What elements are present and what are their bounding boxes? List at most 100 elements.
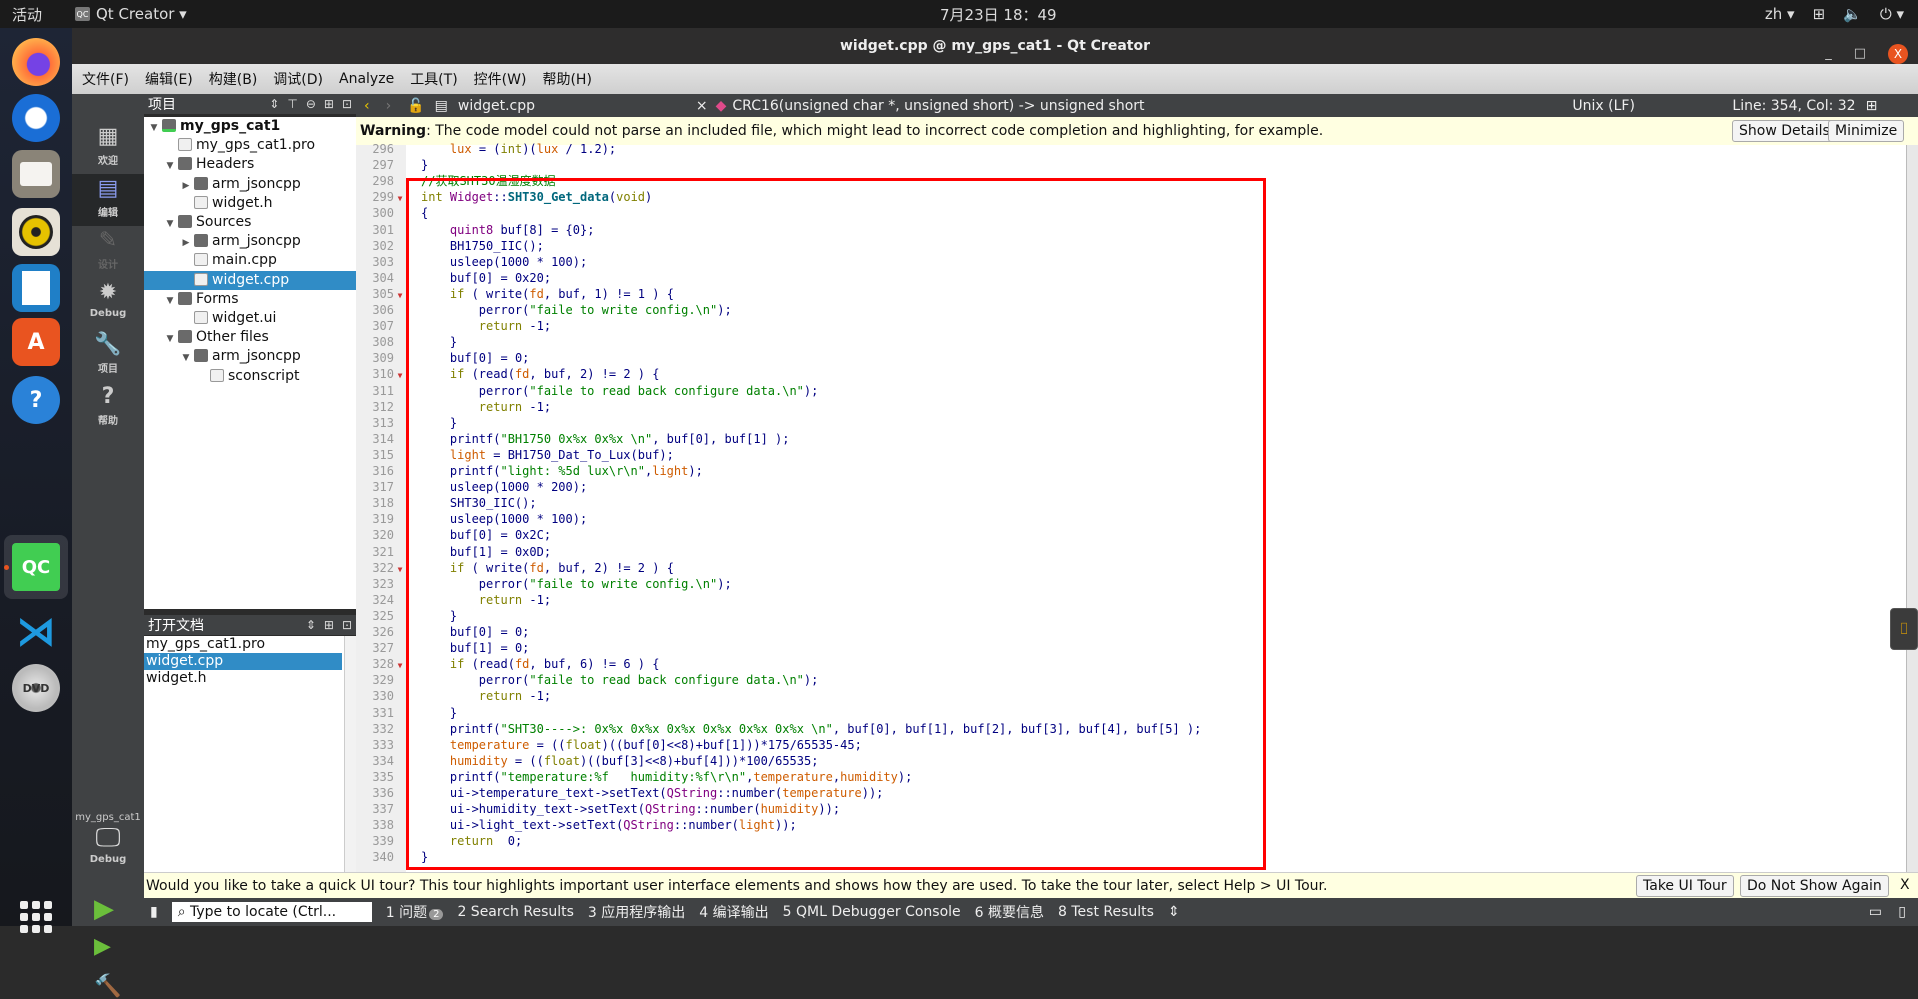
expanded-arrow-icon[interactable]: ▼ bbox=[164, 215, 176, 234]
code-line[interactable]: 299 ▼ int Widget::SHT30_Get_data(void) bbox=[356, 189, 1756, 205]
sort-icon[interactable]: ⇕ bbox=[306, 618, 316, 632]
code-line[interactable]: 298 //获取SHT30温湿度数据 bbox=[356, 173, 1756, 189]
power-icon[interactable]: ⏻ ▾ bbox=[1880, 5, 1904, 23]
code-line[interactable]: 304 buf[0] = 0x20; bbox=[356, 270, 1756, 286]
code-line[interactable]: 318 SHT30_IIC(); bbox=[356, 495, 1756, 511]
clock[interactable]: 7月23日 18：49 bbox=[940, 4, 1057, 25]
menu-widgets[interactable]: 控件(W) bbox=[474, 69, 527, 89]
open-docs-scrollbar[interactable] bbox=[344, 636, 356, 872]
menu-file[interactable]: 文件(F) bbox=[82, 69, 129, 89]
menu-edit[interactable]: 编辑(E) bbox=[145, 69, 193, 89]
code-line[interactable]: 327 buf[1] = 0; bbox=[356, 640, 1756, 656]
code-line[interactable]: 330 return -1; bbox=[356, 688, 1756, 704]
tree-item[interactable]: ▼ Other files bbox=[144, 328, 356, 347]
cursor-position[interactable]: Line: 354, Col: 32 bbox=[1732, 98, 1855, 114]
filter-icon[interactable]: ⊤ bbox=[287, 97, 297, 111]
ubuntu-software-icon[interactable]: A bbox=[12, 318, 60, 366]
mode-debug[interactable]: ✹ Debug bbox=[72, 278, 144, 330]
code-line[interactable]: 307 return -1; bbox=[356, 318, 1756, 334]
forward-icon[interactable]: › bbox=[386, 98, 392, 114]
split-icon[interactable]: ⊞ bbox=[324, 97, 334, 111]
mode-design[interactable]: ✎ 设计 bbox=[72, 226, 144, 278]
help-icon[interactable]: ? bbox=[12, 376, 60, 424]
code-line[interactable]: 328 ▼ if (read(fd, buf, 6) != 6 ) { bbox=[356, 656, 1756, 672]
code-line[interactable]: 310 ▼ if (read(fd, buf, 2) != 2 ) { bbox=[356, 366, 1756, 382]
close-button[interactable]: X bbox=[1888, 44, 1908, 64]
tree-item[interactable]: widget.cpp bbox=[144, 270, 356, 290]
code-line[interactable]: 334 humidity = ((float)((buf[3]<<8)+buf[… bbox=[356, 753, 1756, 769]
tree-item[interactable]: ▶ arm_jsoncpp bbox=[144, 232, 356, 251]
collapsed-arrow-icon[interactable]: ▶ bbox=[180, 177, 192, 196]
expanded-arrow-icon[interactable]: ▼ bbox=[180, 349, 192, 368]
code-line[interactable]: 313 } bbox=[356, 415, 1756, 431]
symbol-selector[interactable]: CRC16(unsigned char *, unsigned short) -… bbox=[732, 98, 1572, 114]
code-line[interactable]: 303 usleep(1000 * 100); bbox=[356, 254, 1756, 270]
code-line[interactable]: 301 quint8 buf[8] = {0}; bbox=[356, 222, 1756, 238]
tree-item[interactable]: widget.ui bbox=[144, 309, 356, 328]
code-line[interactable]: 331 } bbox=[356, 705, 1756, 721]
close-tour-icon[interactable]: X bbox=[1900, 877, 1910, 893]
line-ending-selector[interactable]: Unix (LF) bbox=[1572, 98, 1712, 114]
expanded-arrow-icon[interactable]: ▼ bbox=[164, 157, 176, 176]
minimize-warning-button[interactable]: Minimize bbox=[1828, 120, 1905, 142]
link-icon[interactable]: ⊖ bbox=[306, 97, 316, 111]
code-editor[interactable]: 296 lux = (int)(lux / 1.2); 297} 298//获取SH… bbox=[356, 142, 1906, 872]
show-details-button[interactable]: Show Details bbox=[1732, 120, 1837, 142]
code-line[interactable]: 296 lux = (int)(lux / 1.2); bbox=[356, 141, 1756, 157]
code-line[interactable]: 311 perror("faile to read back configure… bbox=[356, 383, 1756, 399]
menu-help[interactable]: 帮助(H) bbox=[542, 69, 591, 89]
expanded-arrow-icon[interactable]: ▼ bbox=[164, 292, 176, 311]
tree-item[interactable]: ▼ Headers bbox=[144, 155, 356, 174]
show-apps-icon[interactable] bbox=[20, 901, 52, 933]
do-not-show-again-button[interactable]: Do Not Show Again bbox=[1740, 875, 1889, 897]
network-icon[interactable]: ⊞ bbox=[1813, 5, 1826, 23]
code-line[interactable]: 324 return -1; bbox=[356, 592, 1756, 608]
lock-icon[interactable]: 🔓 bbox=[407, 98, 424, 114]
code-line[interactable]: 340} bbox=[356, 849, 1756, 865]
project-panel-title[interactable]: 项目 bbox=[148, 94, 176, 114]
locator-input[interactable]: ⌕ Type to locate (Ctrl... bbox=[171, 902, 372, 922]
dvd-icon[interactable]: DVD bbox=[12, 664, 60, 712]
tree-item[interactable]: my_gps_cat1.pro bbox=[144, 136, 356, 155]
menu-debug[interactable]: 调试(D) bbox=[273, 69, 323, 89]
code-line[interactable]: 300 { bbox=[356, 205, 1756, 221]
expanded-arrow-icon[interactable]: ▼ bbox=[164, 330, 176, 349]
app-menu[interactable]: QC Qt Creator ▾ bbox=[75, 5, 187, 23]
toggle-sidebar-icon[interactable]: ▮ bbox=[150, 904, 158, 920]
pane-general-messages[interactable]: 6 概要信息 bbox=[975, 902, 1044, 922]
tree-item[interactable]: main.cpp bbox=[144, 251, 356, 270]
code-line[interactable]: 308 } bbox=[356, 334, 1756, 350]
firefox-icon[interactable] bbox=[12, 38, 60, 86]
mode-welcome[interactable]: ▦ 欢迎 bbox=[72, 122, 144, 174]
mode-edit[interactable]: ▤ 编辑 bbox=[72, 174, 144, 226]
vscode-icon[interactable]: ⋊ bbox=[12, 608, 60, 656]
close-file-icon[interactable]: × bbox=[696, 98, 708, 114]
code-line[interactable]: 306 perror("faile to write config.\n"); bbox=[356, 302, 1756, 318]
open-docs-title[interactable]: 打开文档 bbox=[148, 615, 204, 635]
usb-drive-icon[interactable]: ⌷ bbox=[1890, 608, 1918, 650]
kit-selector[interactable]: my_gps_cat1 🖵 Debug bbox=[72, 812, 144, 865]
code-line[interactable]: 323 perror("faile to write config.\n"); bbox=[356, 576, 1756, 592]
tree-item[interactable]: widget.h bbox=[144, 194, 356, 213]
files-icon[interactable] bbox=[12, 150, 60, 198]
split-editor-icon[interactable]: ⊞ bbox=[1866, 98, 1878, 114]
code-line[interactable]: 317 usleep(1000 * 200); bbox=[356, 479, 1756, 495]
tree-item[interactable]: ▼ my_gps_cat1 bbox=[144, 117, 356, 136]
code-line[interactable]: 319 usleep(1000 * 100); bbox=[356, 511, 1756, 527]
code-line[interactable]: 320 buf[0] = 0x2C; bbox=[356, 527, 1756, 543]
split-icon[interactable]: ⊞ bbox=[324, 618, 334, 632]
expanded-arrow-icon[interactable]: ▼ bbox=[148, 119, 160, 138]
toggle-right-sidebar-icon[interactable]: ▯ bbox=[1898, 904, 1906, 920]
volume-icon[interactable]: 🔈 bbox=[1843, 5, 1862, 23]
input-method[interactable]: zh ▾ bbox=[1765, 5, 1795, 23]
code-line[interactable]: 337 ui->humidity_text->setText(QString::… bbox=[356, 801, 1756, 817]
file-selector[interactable]: widget.cpp bbox=[458, 98, 688, 114]
code-line[interactable]: 335 printf("temperature:%f humidity:%f\r… bbox=[356, 769, 1756, 785]
tree-item[interactable]: ▼ Sources bbox=[144, 213, 356, 232]
code-line[interactable]: 322 ▼ if ( write(fd, buf, 2) != 2 ) { bbox=[356, 560, 1756, 576]
rhythmbox-icon[interactable] bbox=[12, 208, 60, 256]
tree-item[interactable]: ▼ Forms bbox=[144, 290, 356, 309]
code-line[interactable]: 315 light = BH1750_Dat_To_Lux(buf); bbox=[356, 447, 1756, 463]
mode-projects[interactable]: 🔧 项目 bbox=[72, 330, 144, 382]
back-icon[interactable]: ‹ bbox=[364, 98, 370, 114]
